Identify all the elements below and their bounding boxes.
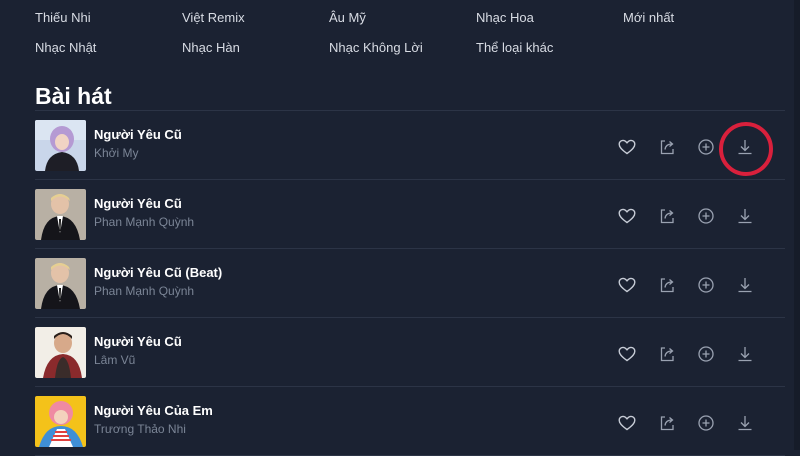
- song-artist[interactable]: Lâm Vũ: [94, 353, 135, 367]
- genre-link[interactable]: Việt Remix: [182, 10, 329, 26]
- genre-link[interactable]: Nhạc Hàn: [182, 40, 329, 56]
- song-thumbnail[interactable]: [35, 327, 86, 378]
- song-title[interactable]: Người Yêu Cũ: [94, 127, 182, 142]
- download-icon[interactable]: [735, 413, 755, 433]
- heart-icon[interactable]: [617, 344, 637, 364]
- song-row[interactable]: Người Yêu Cũ Lâm Vũ: [35, 318, 785, 387]
- genre-link[interactable]: Thể loại khác: [476, 40, 623, 56]
- song-thumbnail[interactable]: [35, 258, 86, 309]
- song-title[interactable]: Người Yêu Cũ (Beat): [94, 265, 222, 280]
- plus-circle-icon[interactable]: [696, 344, 716, 364]
- song-artist[interactable]: Trương Thảo Nhi: [94, 422, 186, 436]
- heart-icon[interactable]: [617, 206, 637, 226]
- download-icon[interactable]: [735, 206, 755, 226]
- genre-link[interactable]: Nhạc Nhật: [35, 40, 182, 56]
- plus-circle-icon[interactable]: [696, 413, 716, 433]
- share-icon[interactable]: [657, 275, 677, 295]
- scrollbar[interactable]: [794, 0, 800, 450]
- share-icon[interactable]: [657, 344, 677, 364]
- section-title: Bài hát: [35, 83, 112, 109]
- genre-link[interactable]: Nhạc Không Lời: [329, 40, 476, 56]
- genre-link[interactable]: Nhạc Hoa: [476, 10, 623, 26]
- genre-link[interactable]: Mới nhất: [623, 10, 770, 26]
- song-artist[interactable]: Phan Mạnh Quỳnh: [94, 284, 194, 298]
- genre-nav: Thiếu Nhi Việt Remix Âu Mỹ Nhạc Hoa Mới …: [35, 10, 775, 56]
- song-artist[interactable]: Phan Mạnh Quỳnh: [94, 215, 194, 229]
- heart-icon[interactable]: [617, 413, 637, 433]
- plus-circle-icon[interactable]: [696, 275, 716, 295]
- song-artist[interactable]: Khởi My: [94, 146, 139, 160]
- song-thumbnail[interactable]: [35, 189, 86, 240]
- song-row[interactable]: Người Yêu Cũ Phan Mạnh Quỳnh: [35, 180, 785, 249]
- genre-link[interactable]: Thiếu Nhi: [35, 10, 182, 26]
- share-icon[interactable]: [657, 413, 677, 433]
- song-row[interactable]: Người Yêu Cũ (Beat) Phan Mạnh Quỳnh: [35, 249, 785, 318]
- heart-icon[interactable]: [617, 275, 637, 295]
- song-list: Người Yêu Cũ Khởi My Người Yêu Cũ Phan M…: [0, 111, 800, 456]
- share-icon[interactable]: [657, 206, 677, 226]
- song-thumbnail[interactable]: [35, 120, 86, 171]
- song-title[interactable]: Người Yêu Cũ: [94, 196, 182, 211]
- plus-circle-icon[interactable]: [696, 137, 716, 157]
- download-icon[interactable]: [735, 275, 755, 295]
- song-thumbnail[interactable]: [35, 396, 86, 447]
- download-highlight-circle: [719, 122, 773, 176]
- song-title[interactable]: Người Yêu Của Em: [94, 403, 213, 418]
- plus-circle-icon[interactable]: [696, 206, 716, 226]
- song-row[interactable]: Người Yêu Của Em Trương Thảo Nhi: [35, 387, 785, 456]
- share-icon[interactable]: [657, 137, 677, 157]
- download-icon[interactable]: [735, 344, 755, 364]
- heart-icon[interactable]: [617, 137, 637, 157]
- song-row[interactable]: Người Yêu Cũ Khởi My: [35, 111, 785, 180]
- song-title[interactable]: Người Yêu Cũ: [94, 334, 182, 349]
- genre-link[interactable]: Âu Mỹ: [329, 10, 476, 26]
